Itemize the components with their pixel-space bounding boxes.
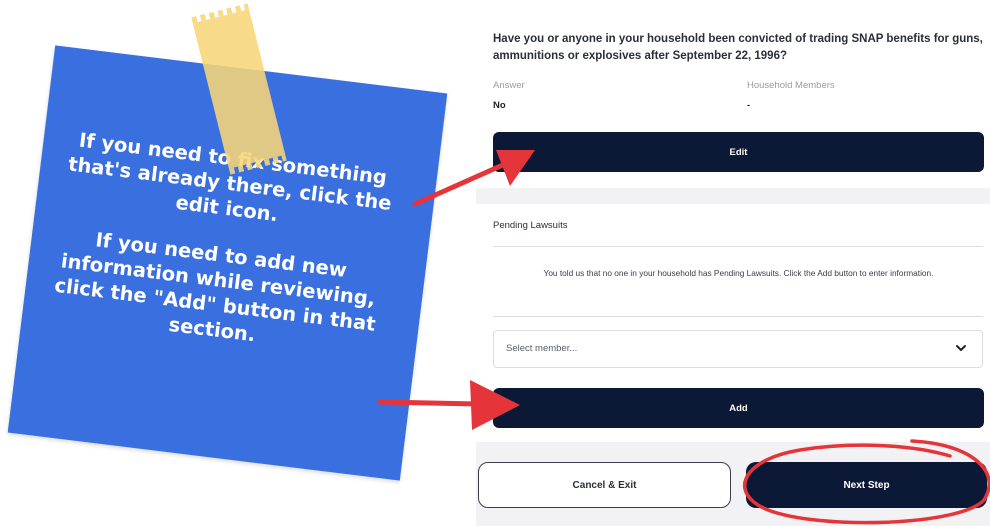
answer-value: No	[493, 100, 506, 111]
review-panel: Have you or anyone in your household bee…	[476, 0, 990, 526]
member-select[interactable]: Select member...	[493, 330, 983, 368]
question-text: Have you or anyone in your household bee…	[493, 33, 983, 62]
cancel-exit-button[interactable]: Cancel & Exit	[478, 462, 731, 508]
household-members-value: -	[747, 100, 751, 111]
section-title: Pending Lawsuits	[493, 220, 568, 231]
chevron-down-icon	[956, 345, 966, 351]
question-card: Have you or anyone in your household bee…	[476, 0, 990, 188]
section-divider	[493, 316, 983, 317]
household-members-label: Household Members	[747, 80, 835, 91]
edit-button[interactable]: Edit	[493, 132, 984, 172]
member-select-placeholder: Select member...	[506, 343, 578, 354]
add-button[interactable]: Add	[493, 388, 984, 428]
pending-lawsuits-card: Pending Lawsuits You told us that no one…	[476, 204, 990, 442]
section-divider	[493, 246, 983, 247]
lawsuits-info-text: You told us that no one in your househol…	[543, 268, 934, 278]
answer-label: Answer	[493, 80, 525, 91]
next-step-button[interactable]: Next Step	[746, 462, 987, 508]
